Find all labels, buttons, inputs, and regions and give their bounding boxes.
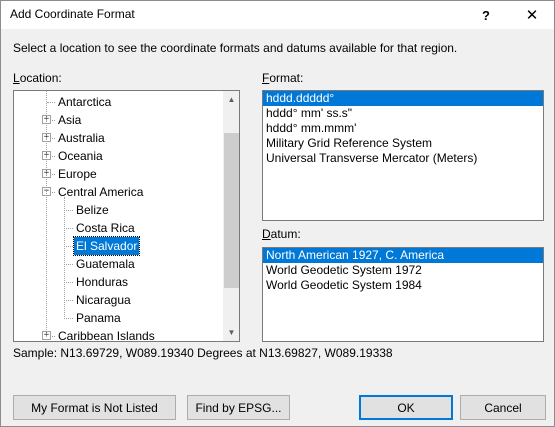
my-format-not-listed-button[interactable]: My Format is Not Listed [13,395,176,420]
cancel-button[interactable]: Cancel [460,395,546,420]
tree-spine [46,91,47,336]
format-label-rest: ormat: [269,71,304,85]
tree-connector [64,210,73,211]
format-list-item[interactable]: hddd° mm' ss.s" [263,106,543,121]
scroll-up-button[interactable]: ▲ [223,91,239,108]
tree-connector [64,228,73,229]
location-tree-scrollbar[interactable]: ▲ ▼ [223,91,239,341]
title-bar: Add Coordinate Format ? ✕ [1,1,554,29]
tree-child-spine [64,197,65,319]
datum-list-item[interactable]: World Geodetic System 1984 [263,278,543,293]
add-coordinate-format-dialog: Add Coordinate Format ? ✕ Select a locat… [0,0,555,427]
close-button[interactable]: ✕ [509,1,555,29]
tree-item[interactable]: Europe [56,165,99,183]
ok-label: OK [397,400,415,415]
datum-list[interactable]: North American 1927, C. America World Geo… [262,247,544,342]
sample-text: Sample: N13.69729, W089.19340 Degrees at… [13,346,393,360]
location-tree[interactable]: Antarctica Asia + Australia + Oceania + Europe +… [13,90,240,342]
location-label-rest: ocation: [19,71,62,85]
tree-item[interactable]: Honduras [74,273,130,291]
tree-connector [47,102,55,103]
datum-list-item[interactable]: North American 1927, C. America [263,248,543,263]
cancel-label: Cancel [484,400,522,415]
find-by-epsg-button[interactable]: Find by EPSG... [187,395,290,420]
location-label: Location: [13,71,62,85]
format-list-item[interactable]: hddd.ddddd° [263,91,543,106]
find-by-epsg-label: Find by EPSG... [195,400,282,415]
tree-item[interactable]: Australia [56,129,107,147]
datum-list-item[interactable]: World Geodetic System 1972 [263,263,543,278]
help-button[interactable]: ? [463,1,509,29]
location-label-access-key: L [13,71,20,85]
format-label: Format: [262,71,303,85]
format-list-item[interactable]: Military Grid Reference System [263,136,543,151]
tree-connector [64,246,73,247]
scroll-up-icon: ▲ [227,95,236,104]
tree-item[interactable]: Costa Rica [74,219,137,237]
ok-button[interactable]: OK [359,395,453,420]
format-list[interactable]: hddd.ddddd° hddd° mm' ss.s" hddd° mm.mmm' M… [262,90,544,221]
tree-item[interactable]: Antarctica [56,93,113,111]
tree-connector [64,264,73,265]
close-icon: ✕ [525,7,539,24]
scroll-down-button[interactable]: ▼ [223,324,239,341]
tree-item[interactable]: Guatemala [74,255,137,273]
tree-item[interactable]: Belize [74,201,111,219]
tree-item[interactable]: Nicaragua [74,291,133,309]
tree-item[interactable]: Oceania [56,147,105,165]
window-title: Add Coordinate Format [10,7,135,21]
tree-connector [64,282,73,283]
tree-item[interactable]: Panama [74,309,123,327]
tree-item[interactable]: Asia [56,111,83,129]
scroll-down-icon: ▼ [227,328,236,337]
datum-label-rest: atum: [270,227,301,241]
my-format-not-listed-label: My Format is Not Listed [31,400,158,415]
tree-item[interactable]: Central America [56,183,145,201]
datum-label: Datum: [262,227,301,241]
tree-connector [64,300,73,301]
scroll-thumb[interactable] [224,133,239,288]
instruction-text: Select a location to see the coordinate … [13,41,458,55]
help-icon: ? [482,7,490,23]
datum-label-access-key: D [262,227,271,241]
tree-connector [64,318,73,319]
tree-item[interactable]: Caribbean Islands [56,327,157,341]
format-list-item[interactable]: hddd° mm.mmm' [263,121,543,136]
format-list-item[interactable]: Universal Transverse Mercator (Meters) [263,151,543,166]
tree-item[interactable]: El Salvador [72,236,141,256]
